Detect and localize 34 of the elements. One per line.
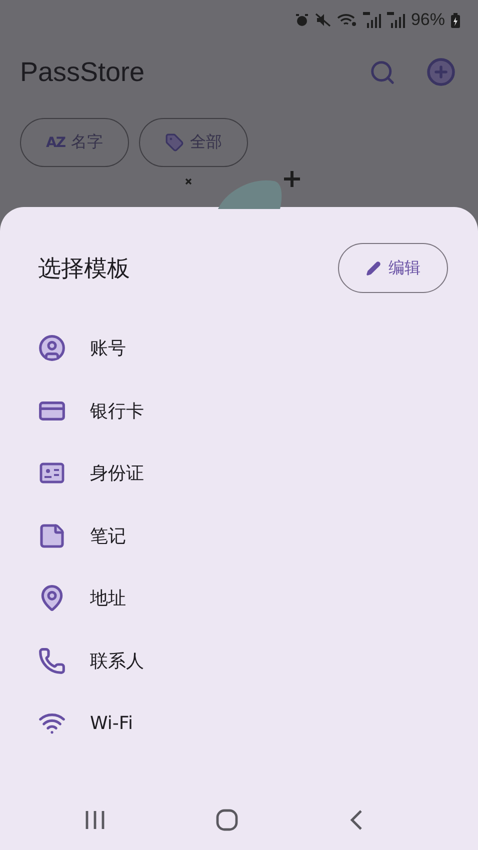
plus-icon [426, 57, 456, 87]
item-label: 账号 [90, 337, 126, 360]
item-label: 联系人 [90, 650, 144, 673]
phone-icon [38, 646, 66, 675]
template-item[interactable]: 地址 [38, 567, 448, 630]
mute-icon [314, 13, 331, 27]
template-item[interactable]: 身份证 [38, 442, 448, 504]
app-title: PassStore [20, 56, 146, 88]
back-icon[interactable] [348, 809, 363, 831]
pencil-icon [366, 260, 380, 276]
template-item[interactable]: 账号 [38, 317, 448, 380]
item-label: 笔记 [90, 524, 126, 548]
wifi-status-icon [336, 13, 357, 27]
search-icon [369, 58, 396, 86]
item-label: 身份证 [90, 462, 144, 486]
signal-icon [386, 12, 405, 28]
edit-button[interactable]: 编辑 [338, 243, 448, 293]
item-label: Wi-Fi [90, 712, 133, 734]
template-item[interactable]: 银行卡 [38, 380, 448, 442]
battery-icon [451, 12, 460, 28]
user-icon [38, 334, 66, 362]
template-item[interactable]: 笔记 [38, 504, 448, 567]
template-item[interactable]: 联系人 [38, 630, 448, 692]
template-item[interactable]: Wi-Fi [38, 692, 448, 754]
sheet-title: 选择模板 [38, 254, 130, 284]
recents-icon[interactable] [85, 811, 106, 829]
note-icon [38, 522, 66, 550]
battery-percent: 96% [410, 10, 445, 30]
item-label: 银行卡 [90, 400, 144, 423]
home-icon[interactable] [216, 809, 238, 831]
alarm-icon [294, 13, 309, 27]
signal-icon [362, 12, 381, 28]
tag-icon [165, 133, 184, 152]
item-label: 地址 [90, 587, 126, 610]
